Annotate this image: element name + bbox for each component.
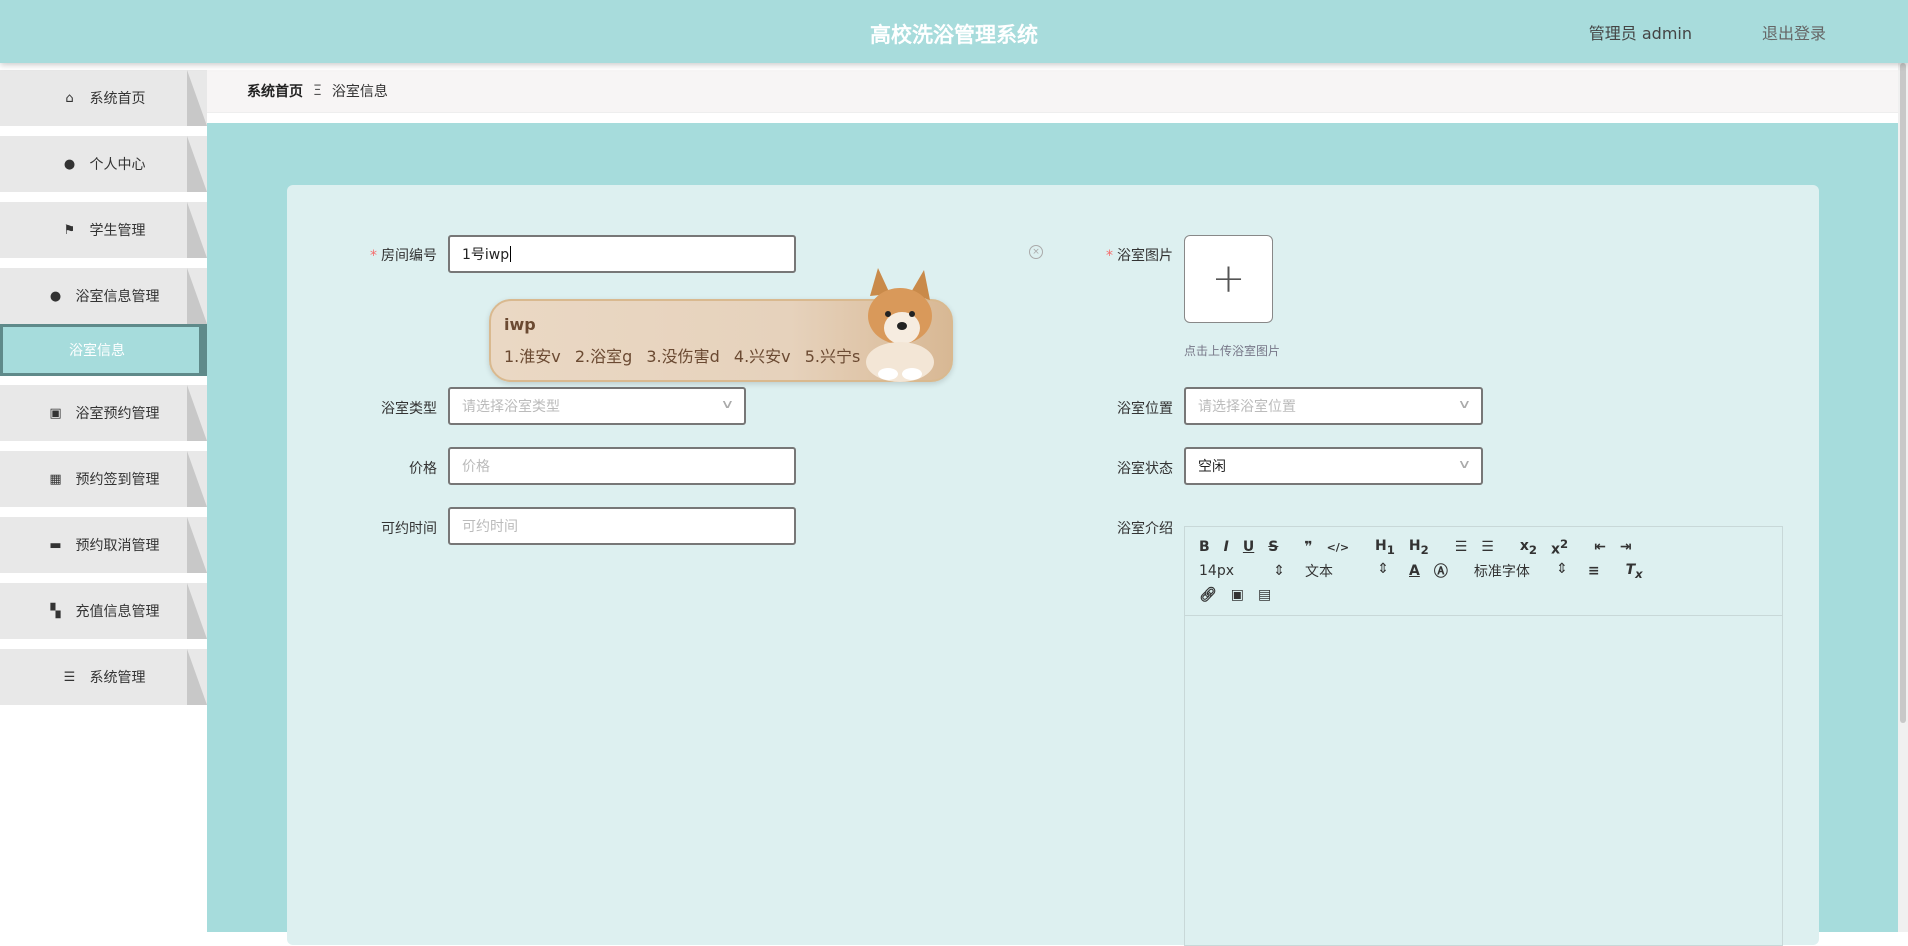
sidebar-item-label: 浴室信息管理 xyxy=(75,289,160,305)
chevron-down-icon: ∨ xyxy=(720,397,735,411)
background-color-icon[interactable]: Ⓐ xyxy=(1434,561,1448,581)
editor-body[interactable] xyxy=(1185,616,1782,946)
ime-candidate[interactable]: 3.没伤害d xyxy=(646,347,719,366)
indent-icon[interactable]: ⇥ xyxy=(1620,539,1632,555)
video-icon[interactable]: ▤ xyxy=(1258,587,1271,603)
intro-label: 浴室介绍 xyxy=(1117,521,1173,537)
header-select[interactable]: 文本 ⇕ xyxy=(1305,561,1389,581)
ime-composition: iwp xyxy=(504,315,536,334)
strike-icon[interactable]: S xyxy=(1268,539,1278,555)
sidebar-item-label: 浴室预约管理 xyxy=(75,406,160,422)
h1-icon[interactable]: H1 xyxy=(1375,538,1395,557)
type-label: 浴室类型 xyxy=(381,401,437,417)
current-user: 管理员 admin xyxy=(1588,24,1692,43)
bullet-list-icon[interactable]: ☰ xyxy=(1481,539,1494,555)
sidebar: ⌂ 系统首页 ● 个人中心 ⚑ 学生管理 ● 浴室信息管理 ▣ 浴室预约管理 ▦ 预约签到管理 ▬ 预约取… xyxy=(0,63,207,932)
clear-icon[interactable]: × xyxy=(1029,245,1043,259)
logout-link[interactable]: 退出登录 xyxy=(1762,20,1826,44)
type-select[interactable]: 请选择浴室类型 ∨ xyxy=(448,387,746,425)
sidebar-item[interactable]: ⌂ 系统首页 xyxy=(0,70,207,126)
sidebar-item-label: 预约取消管理 xyxy=(75,538,160,554)
code-block-icon[interactable]: </> xyxy=(1327,541,1349,554)
sidebar-item-label: 充值信息管理 xyxy=(75,604,160,620)
breadcrumb-separator: Ξ xyxy=(313,83,322,99)
clear-format-icon[interactable]: Tx xyxy=(1626,562,1643,581)
align-icon[interactable]: ≡ xyxy=(1588,563,1600,579)
breadcrumb-home[interactable]: 系统首页 xyxy=(247,81,303,101)
apps-icon: ▚ xyxy=(50,603,61,619)
superscript-icon[interactable]: x2 xyxy=(1551,537,1568,558)
sidebar-item-label: 个人中心 xyxy=(89,157,146,173)
price-label: 价格 xyxy=(409,461,437,477)
list-icon: ☰ xyxy=(63,669,76,685)
price-input[interactable]: 价格 xyxy=(448,447,796,485)
breadcrumb: 系统首页 Ξ 浴室信息 xyxy=(207,70,1898,113)
ime-skin-dog-image xyxy=(866,268,934,382)
sidebar-item-label: 系统首页 xyxy=(89,91,146,107)
image-label: * 浴室图片 xyxy=(1106,248,1173,264)
link-icon[interactable]: 🔗︎ xyxy=(1199,587,1217,603)
sidebar-item-label: 浴室信息 xyxy=(69,343,125,359)
upload-hint: 点击上传浴室图片 xyxy=(1184,344,1281,358)
chart-icon: ▣ xyxy=(49,405,62,421)
home-icon: ⌂ xyxy=(65,90,74,106)
sidebar-item[interactable]: ▬ 预约取消管理 xyxy=(0,517,207,573)
top-header: 高校洗浴管理系统 管理员 admin 退出登录 xyxy=(0,0,1908,63)
sidebar-item[interactable]: ▣ 浴室预约管理 xyxy=(0,385,207,441)
sidebar-item[interactable]: ▦ 预约签到管理 xyxy=(0,451,207,507)
breadcrumb-current: 浴室信息 xyxy=(331,84,388,100)
blockquote-icon[interactable]: ❞ xyxy=(1304,539,1312,555)
room-no-input[interactable]: 1号iwp xyxy=(448,235,796,273)
font-size-select[interactable]: 14px ⇕ xyxy=(1199,563,1285,579)
h2-icon[interactable]: H2 xyxy=(1409,538,1429,557)
ime-candidate[interactable]: 2.浴室g xyxy=(575,347,632,366)
flag-icon: ⚑ xyxy=(63,222,76,238)
grid-icon: ▦ xyxy=(49,471,62,487)
ordered-list-icon[interactable]: ☰ xyxy=(1455,539,1468,555)
sidebar-item-label: 预约签到管理 xyxy=(75,472,160,488)
plus-icon: + xyxy=(1211,256,1246,302)
chevron-down-icon: ∨ xyxy=(1457,457,1472,471)
sidebar-item-label: 系统管理 xyxy=(89,670,146,686)
scrollbar-thumb[interactable] xyxy=(1900,63,1906,723)
location-select[interactable]: 请选择浴室位置 ∨ xyxy=(1184,387,1483,425)
ime-candidate[interactable]: 1.淮安v xyxy=(504,347,561,366)
upload-image-button[interactable]: + xyxy=(1184,235,1273,323)
location-label: 浴室位置 xyxy=(1117,401,1173,417)
font-family-select[interactable]: 标准字体 ⇕ xyxy=(1474,561,1568,581)
comment-icon: ▬ xyxy=(49,537,62,553)
sidebar-subitem-bathroom-info[interactable]: 浴室信息 xyxy=(0,324,207,376)
bulb-icon: ● xyxy=(49,288,62,304)
sidebar-item[interactable]: ● 浴室信息管理 xyxy=(0,268,207,324)
chevron-down-icon: ∨ xyxy=(1457,397,1472,411)
sidebar-item[interactable]: ⚑ 学生管理 xyxy=(0,202,207,258)
font-color-icon[interactable]: A xyxy=(1409,563,1420,579)
image-icon[interactable]: ▣ xyxy=(1231,587,1244,603)
sidebar-item-label: 学生管理 xyxy=(89,223,146,239)
underline-icon[interactable]: U xyxy=(1243,539,1254,555)
user-icon: ● xyxy=(63,156,76,172)
subscript-icon[interactable]: x2 xyxy=(1520,538,1537,557)
sidebar-item[interactable]: ● 个人中心 xyxy=(0,136,207,192)
sidebar-item[interactable]: ▚ 充值信息管理 xyxy=(0,583,207,639)
page-scrollbar[interactable] xyxy=(1898,63,1908,932)
ime-candidates: 1.淮安v 2.浴室g 3.没伤害d 4.兴安v 5.兴宁s ◂▸ xyxy=(504,343,900,367)
room-no-label: * 房间编号 xyxy=(370,248,437,264)
time-input[interactable]: 可约时间 xyxy=(448,507,796,545)
bold-icon[interactable]: B xyxy=(1199,539,1210,555)
rich-text-editor: B I U S ❞ </> H1 H2 ☰ ☰ x2 x2 ⇤ ⇥ 14px ⇕ … xyxy=(1184,526,1783,946)
ime-candidate[interactable]: 4.兴安v xyxy=(734,347,791,366)
sidebar-item[interactable]: ☰ 系统管理 xyxy=(0,649,207,705)
status-select[interactable]: 空闲 ∨ xyxy=(1184,447,1483,485)
time-label: 可约时间 xyxy=(381,521,437,537)
status-label: 浴室状态 xyxy=(1117,461,1173,477)
editor-toolbar: B I U S ❞ </> H1 H2 ☰ ☰ x2 x2 ⇤ ⇥ 14px ⇕ … xyxy=(1185,527,1782,616)
italic-icon[interactable]: I xyxy=(1224,539,1229,555)
outdent-icon[interactable]: ⇤ xyxy=(1594,539,1606,555)
